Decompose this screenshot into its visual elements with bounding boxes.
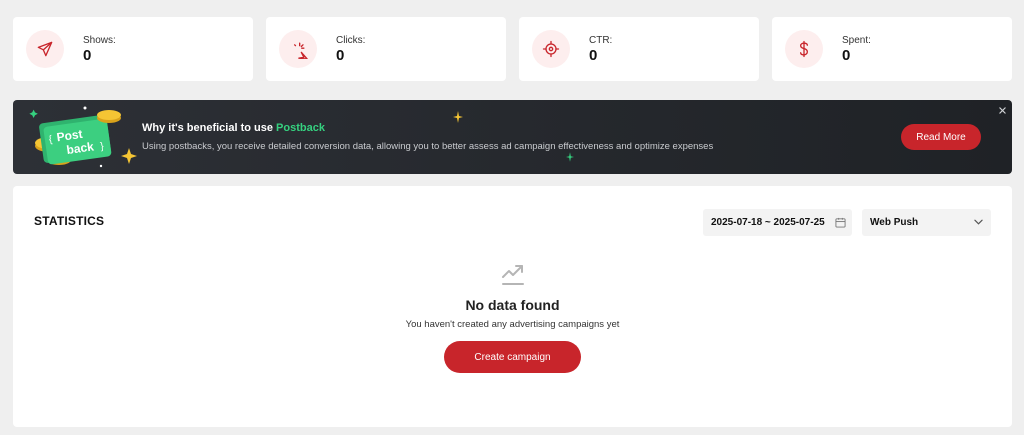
statistics-title: STATISTICS: [34, 214, 105, 228]
stat-label: Shows:: [83, 35, 116, 46]
promo-title-accent: Postback: [276, 122, 325, 134]
stat-card-clicks: Clicks: 0: [266, 17, 506, 81]
stat-card-shows: Shows: 0: [13, 17, 253, 81]
sparkle-icon: [566, 152, 574, 162]
stat-value: 0: [842, 47, 851, 64]
paper-plane-icon: [26, 30, 64, 68]
promo-title: Why it's beneficial to use Postback: [142, 122, 325, 134]
calendar-icon: [835, 217, 846, 228]
dollar-icon: [785, 30, 823, 68]
date-range-picker[interactable]: 2025-07-18 ~ 2025-07-25: [703, 209, 852, 236]
promo-description: Using postbacks, you receive detailed co…: [142, 141, 714, 152]
create-campaign-button[interactable]: Create campaign: [444, 341, 581, 373]
ad-type-select[interactable]: Web Push: [862, 209, 991, 236]
target-icon: [532, 30, 570, 68]
stats-row: Shows: 0 Clicks: 0 CTR: 0 Spent: 0: [13, 17, 1012, 81]
sparkle-icon: [453, 111, 463, 123]
stat-card-spent: Spent: 0: [772, 17, 1012, 81]
stat-value: 0: [83, 47, 92, 64]
ad-type-value: Web Push: [870, 217, 919, 228]
empty-state-title: No data found: [465, 297, 560, 313]
close-banner-button[interactable]: [995, 103, 1009, 117]
promo-title-text: Why it's beneficial to use: [142, 122, 277, 134]
stat-label: Spent:: [842, 35, 871, 46]
empty-state: No data found You haven't created any ad…: [13, 261, 1012, 373]
cursor-click-icon: [279, 30, 317, 68]
stat-label: Clicks:: [336, 35, 366, 46]
trending-up-icon: [501, 265, 524, 285]
close-icon: [998, 106, 1006, 114]
postback-promo-banner: Post back { } Why it's beneficial to use…: [13, 100, 1012, 174]
stat-card-ctr: CTR: 0: [519, 17, 759, 81]
read-more-button[interactable]: Read More: [901, 124, 981, 150]
chevron-down-icon: [974, 219, 983, 225]
stat-value: 0: [336, 47, 345, 64]
stat-value: 0: [589, 47, 598, 64]
statistics-panel: STATISTICS 2025-07-18 ~ 2025-07-25 Web P…: [13, 186, 1012, 427]
empty-state-subtitle: You haven't created any advertising camp…: [405, 319, 620, 330]
postback-illustration: Post back { }: [29, 106, 137, 168]
stat-label: CTR:: [589, 35, 613, 46]
date-range-value: 2025-07-18 ~ 2025-07-25: [711, 217, 825, 228]
